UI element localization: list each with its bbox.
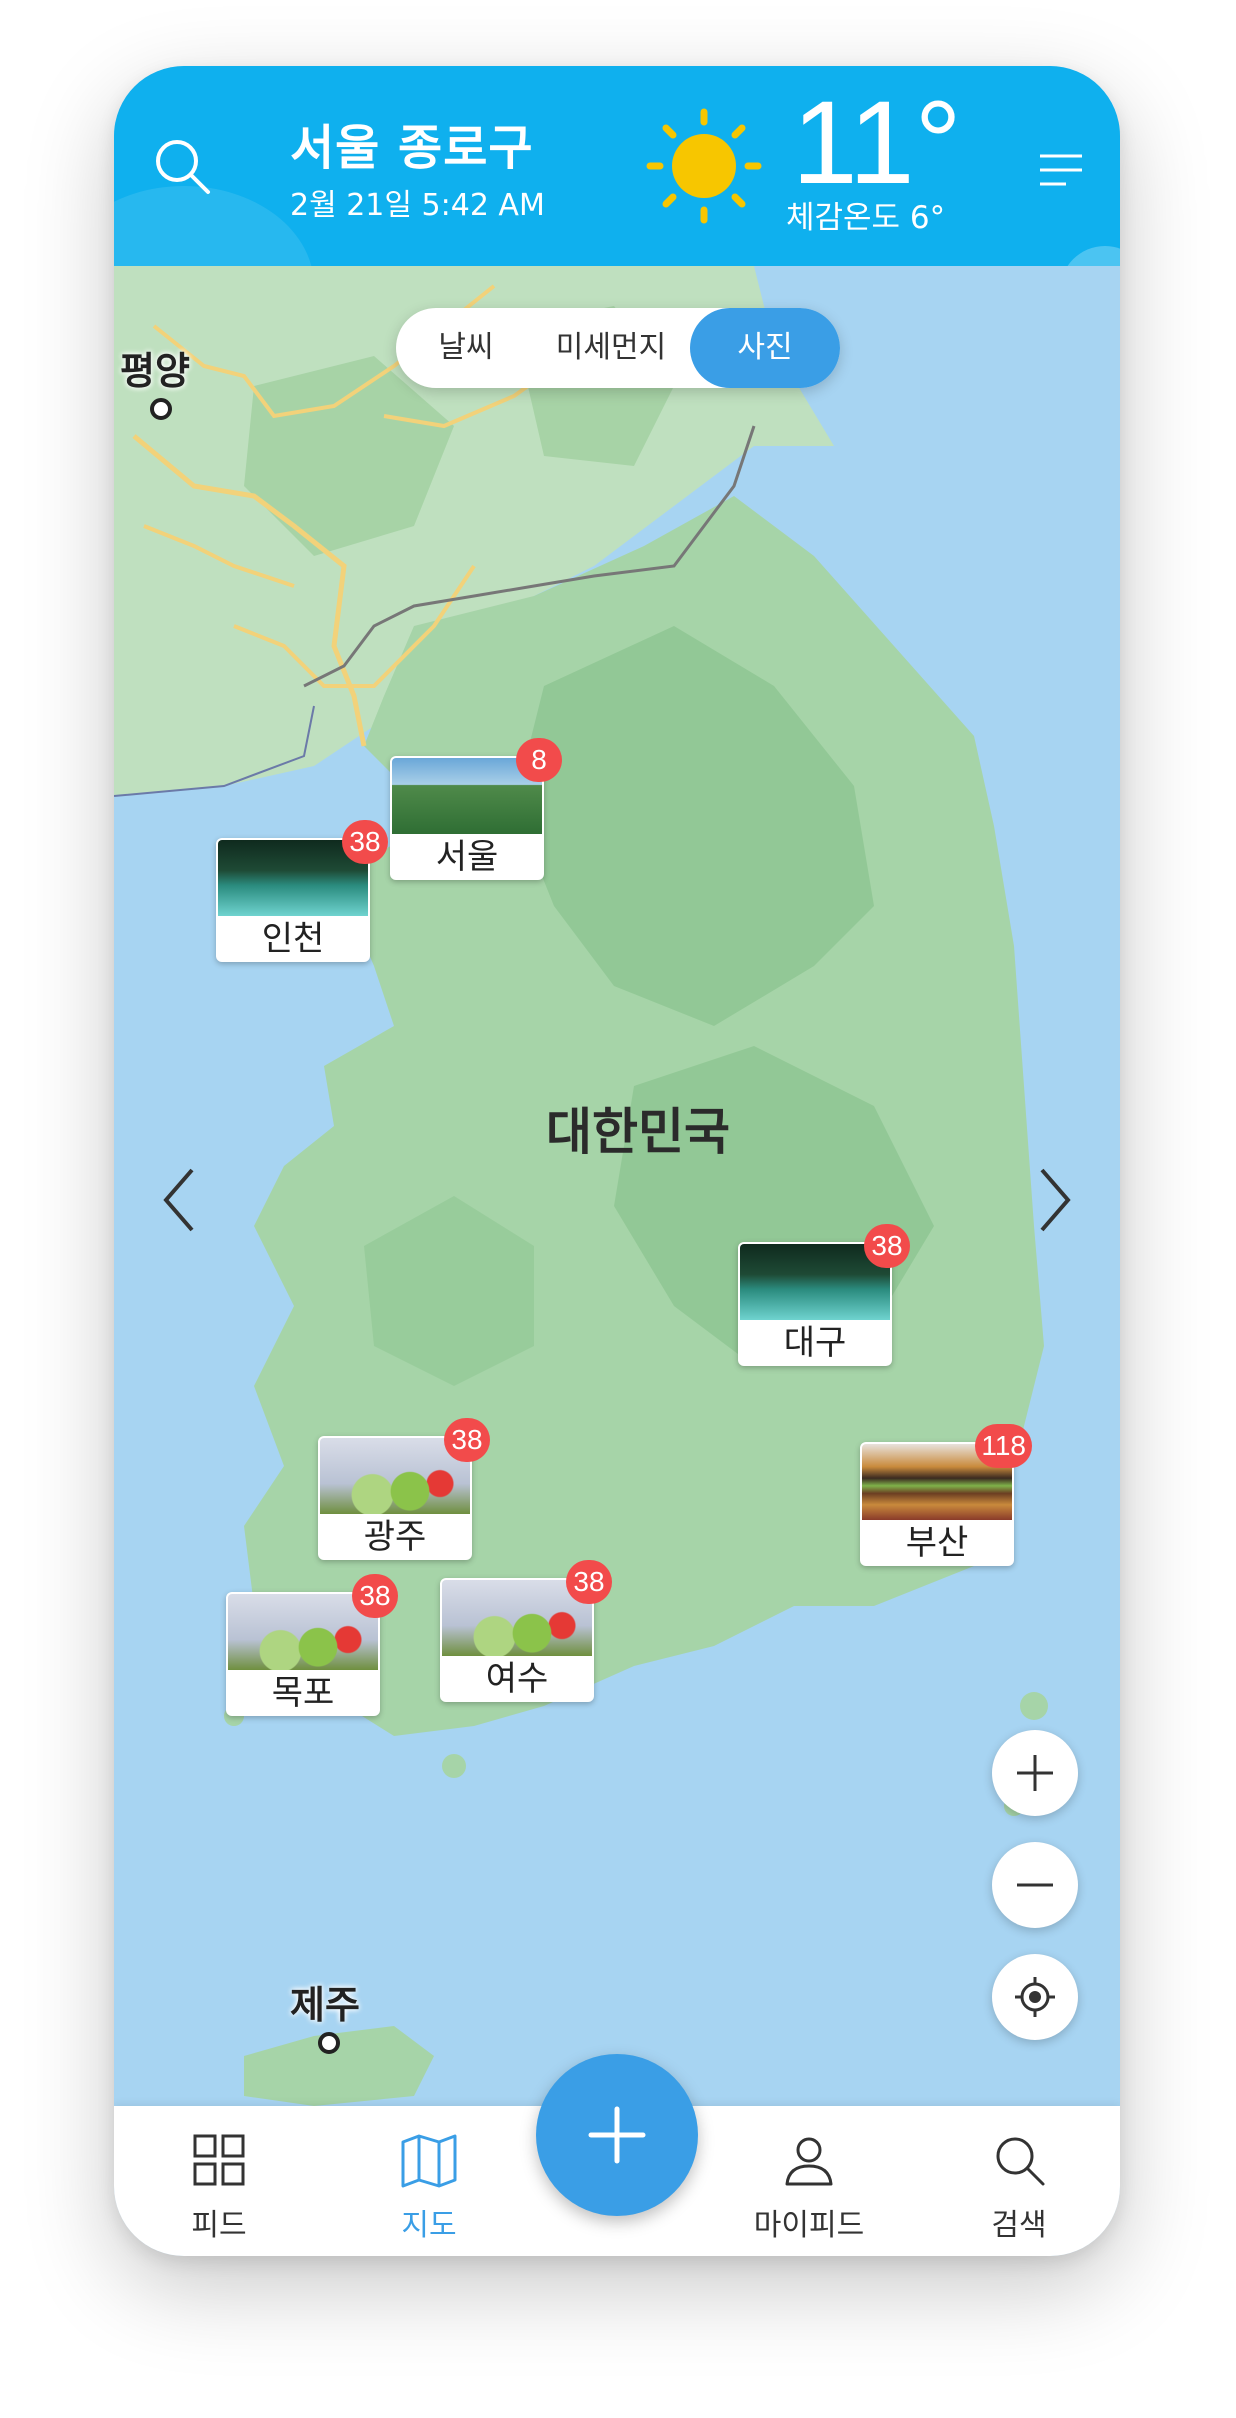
nav-item-feed[interactable]: 피드 [164, 2106, 274, 2256]
add-post-button[interactable] [536, 2054, 698, 2216]
chevron-left-icon[interactable] [154, 1160, 204, 1240]
photo-marker-daegu[interactable]: 대구 38 [738, 1224, 910, 1366]
count-badge: 38 [444, 1418, 490, 1462]
photo-marker-mokpo[interactable]: 목포 38 [226, 1574, 398, 1716]
map-mode-tabs: 날씨 미세먼지 사진 [396, 308, 840, 388]
user-icon [785, 2137, 833, 2186]
nav-label: 피드 [191, 2208, 247, 2243]
feels-like-text: 체감온도 6° [786, 200, 946, 236]
city-label-jeju: 제주 [290, 1983, 360, 2027]
weather-header: 서울 종로구 2월 21일 5:42 AM 11° 체감온도 6° [114, 66, 1120, 266]
tab-photo[interactable]: 사진 [690, 308, 840, 388]
locate-icon [1015, 1977, 1055, 2017]
zoom-in-button[interactable] [992, 1730, 1078, 1816]
phone-frame: 서울 종로구 2월 21일 5:42 AM 11° 체감온도 6° 날씨 미세먼… [114, 66, 1120, 2256]
search-icon [996, 2137, 1045, 2186]
marker-name: 목포 [271, 1673, 335, 1713]
count-badge: 38 [566, 1560, 612, 1604]
location-title[interactable]: 서울 종로구 [290, 108, 534, 178]
count-badge: 38 [352, 1574, 398, 1618]
country-label: 대한민국 [546, 1103, 730, 1161]
nav-label: 지도 [401, 2208, 457, 2243]
count-badge: 38 [342, 820, 388, 864]
temperature-value: 11° [792, 77, 962, 209]
zoom-in-icon [1017, 1755, 1053, 1791]
map-icon [401, 2134, 457, 2188]
map-terrain [114, 266, 1048, 2106]
search-icon[interactable] [150, 134, 214, 198]
marker-name: 광주 [363, 1517, 427, 1557]
marker-name: 인천 [261, 919, 325, 959]
photo-marker-yeosu[interactable]: 여수 38 [440, 1560, 612, 1702]
photo-marker-incheon[interactable]: 인천 38 [216, 820, 388, 962]
photo-marker-busan[interactable]: 부산 118 [860, 1424, 1032, 1566]
count-badge: 38 [864, 1224, 910, 1268]
photo-marker-gwangju[interactable]: 광주 38 [318, 1418, 490, 1560]
datetime-text: 2월 21일 5:42 AM [290, 188, 545, 223]
nav-item-map[interactable]: 지도 [374, 2106, 484, 2256]
nav-item-search[interactable]: 검색 [964, 2106, 1074, 2256]
count-badge: 118 [975, 1424, 1032, 1468]
count-badge: 8 [516, 738, 562, 782]
sun-icon [646, 108, 762, 224]
chevron-right-icon[interactable] [1030, 1160, 1080, 1240]
tab-fine-dust[interactable]: 미세먼지 [536, 308, 686, 388]
grid-icon [193, 2134, 245, 2186]
locate-button[interactable] [992, 1954, 1078, 2040]
photo-marker-seoul[interactable]: 서울 8 [390, 738, 562, 880]
nav-label: 검색 [991, 2208, 1047, 2243]
zoom-out-icon [1017, 1883, 1053, 1887]
nav-item-my-feed[interactable]: 마이피드 [734, 2106, 884, 2256]
menu-icon[interactable] [1032, 146, 1088, 194]
city-label-pyongyang: 평양 [120, 349, 190, 393]
marker-name: 대구 [783, 1323, 847, 1363]
korea-map[interactable] [114, 266, 1120, 2106]
plus-icon [588, 2106, 646, 2164]
tab-weather[interactable]: 날씨 [396, 308, 536, 388]
city-dot-pyongyang [150, 398, 172, 420]
city-dot-jeju [318, 2032, 340, 2054]
marker-name: 부산 [905, 1523, 969, 1563]
marker-name: 여수 [485, 1659, 549, 1699]
nav-label: 마이피드 [753, 2208, 865, 2243]
zoom-out-button[interactable] [992, 1842, 1078, 1928]
marker-name: 서울 [435, 837, 499, 877]
